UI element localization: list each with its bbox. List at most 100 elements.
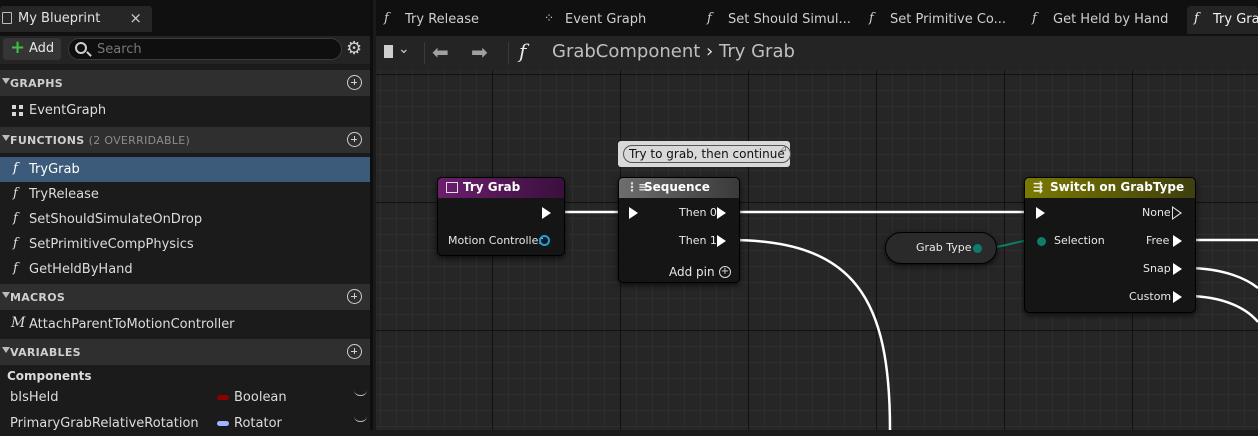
node-title: Try Grab [463,180,521,194]
search-input[interactable] [95,40,335,58]
back-arrow-icon[interactable]: ⬅ [432,40,449,64]
byte-pin[interactable] [973,244,982,253]
switch-on-enum-node[interactable]: ⇶ Switch on GrabType Selection None Free… [1024,177,1196,313]
exec-in-pin[interactable] [629,207,638,219]
tab-label: Set Should Simul... [728,12,851,27]
item-label: SetPrimitiveCompPhysics [29,237,194,252]
grab-type-getter-node[interactable]: Grab Type [885,232,997,264]
collapse-triangle-icon [2,292,10,298]
section-title: FUNCTIONS (2 OVERRIDABLE) [10,134,190,147]
variable-item-primarygrabrelativerotation[interactable]: PrimaryGrabRelativeRotation Rotator [0,411,370,436]
section-functions[interactable]: FUNCTIONS (2 OVERRIDABLE) [0,127,370,153]
node-comment[interactable]: Try to grab, then continue ⊿ [618,141,791,167]
function-item-tryrelease[interactable]: f TryRelease [0,182,370,207]
graph-item-eventgraph[interactable]: EventGraph [0,98,370,123]
tab-event-graph[interactable]: ⁘ Event Graph [544,6,694,34]
exec-out-pin[interactable] [717,207,726,219]
variable-item-bisheld[interactable]: bIsHeld Boolean [0,385,370,410]
node-header: ⋮≡ Sequence [619,178,739,198]
add-pin-icon[interactable]: + [719,266,731,278]
pin-label: Custom [1129,290,1172,303]
tab-get-held-by-hand[interactable]: f Get Held by Hand [1032,6,1182,34]
add-variable-icon[interactable] [347,344,362,359]
item-label: TryGrab [29,162,80,177]
add-button[interactable]: + Add [3,37,61,60]
exec-out-pin[interactable] [542,207,551,219]
components-category[interactable]: Components [7,369,92,383]
sequence-node[interactable]: ⋮≡ Sequence Then 0 Then 1 Add pin + [618,177,740,283]
plus-icon: + [10,37,26,58]
section-variables[interactable]: VARIABLES [0,339,370,365]
document-tab-bar: f Try Release ⁘ Event Graph f Set Should… [376,0,1258,36]
forward-arrow-icon[interactable]: ➡ [471,40,488,64]
exec-out-pin[interactable] [1173,263,1182,275]
function-icon: f [519,39,527,63]
item-label: GetHeldByHand [29,262,133,277]
collapse-triangle-icon [2,78,10,84]
pin-label: Then 1 [679,234,717,247]
tab-try-grab[interactable]: f Try Gra [1187,6,1258,34]
variable-type: Rotator [234,416,282,431]
search-icon [75,42,87,54]
breadcrumb-parent[interactable]: GrabComponent [552,41,700,62]
tab-set-should-simulate[interactable]: f Set Should Simul... [707,6,857,34]
pin-comment-icon[interactable]: ⊿ [779,144,787,154]
add-pin-label[interactable]: Add pin [669,265,715,279]
breadcrumb-bar: ⌄ ⬅ ➡ f GrabComponent › Try Grab [376,36,1258,70]
section-macros[interactable]: MACROS [0,284,370,310]
item-label: AttachParentToMotionController [29,317,235,332]
tab-set-primitive-comp[interactable]: f Set Primitive Co... [869,6,1019,34]
tab-label: My Blueprint [18,11,101,26]
variable-name: PrimaryGrabRelativeRotation [10,416,199,431]
variable-type: Boolean [234,390,287,405]
function-item-setshouldsimulateondrop[interactable]: f SetShouldSimulateOnDrop [0,207,370,232]
bookmark-dropdown-button[interactable]: ⌄ [382,41,418,64]
exec-out-pin[interactable] [1173,235,1182,247]
add-graph-icon[interactable] [347,75,362,90]
function-icon: f [1194,11,1199,26]
breadcrumb-current[interactable]: Try Grab [719,41,795,62]
gear-icon[interactable]: ⚙ [346,39,362,59]
eye-closed-icon[interactable] [354,416,367,422]
search-box[interactable] [68,38,342,60]
pin-label: Then 0 [679,206,717,219]
tab-try-release[interactable]: f Try Release [384,6,534,34]
function-icon: f [13,261,18,276]
tab-label: Set Primitive Co... [890,12,1007,27]
exec-out-pin-hollow [1173,208,1180,218]
exec-wire [729,238,892,430]
function-icon: f [13,211,18,226]
item-label: TryRelease [29,187,99,202]
function-icon: f [384,11,389,26]
function-entry-node[interactable]: Try Grab Motion Controller [437,177,565,256]
node-header: ⇶ Switch on GrabType [1025,178,1195,198]
exec-in-pin[interactable] [1036,207,1045,219]
close-icon[interactable]: × [129,9,142,27]
add-function-icon[interactable] [347,132,362,147]
object-pin[interactable] [539,235,550,246]
tab-label: Get Held by Hand [1053,12,1169,27]
exec-out-pin[interactable] [717,235,726,247]
my-blueprint-tab[interactable]: My Blueprint × [0,6,152,32]
comment-text: Try to grab, then continue [623,145,791,163]
graph-canvas[interactable]: Try to grab, then continue ⊿ Try Grab Mo… [376,70,1258,430]
tab-label: Event Graph [565,12,647,27]
add-macro-icon[interactable] [347,289,362,304]
panel-toolbar: + Add ⚙ [0,36,370,64]
pin-label: Free [1146,234,1170,247]
section-title: GRAPHS [10,77,64,90]
function-item-setprimitivecompphysics[interactable]: f SetPrimitiveCompPhysics [0,232,370,257]
node-title: Switch on GrabType [1050,180,1185,194]
macro-item-attachparent[interactable]: M AttachParentToMotionController [0,312,370,337]
function-item-getheldbyhand[interactable]: f GetHeldByHand [0,257,370,282]
item-label: EventGraph [29,103,107,118]
toolbar-divider [508,42,509,64]
pin-label: Selection [1054,234,1105,247]
function-icon: f [13,236,18,251]
section-graphs[interactable]: GRAPHS [0,70,370,96]
eye-closed-icon[interactable] [354,390,367,396]
function-icon: f [869,11,874,26]
byte-pin[interactable] [1037,237,1046,246]
function-item-trygrab[interactable]: f TryGrab [0,157,370,182]
exec-out-pin[interactable] [1173,291,1182,303]
